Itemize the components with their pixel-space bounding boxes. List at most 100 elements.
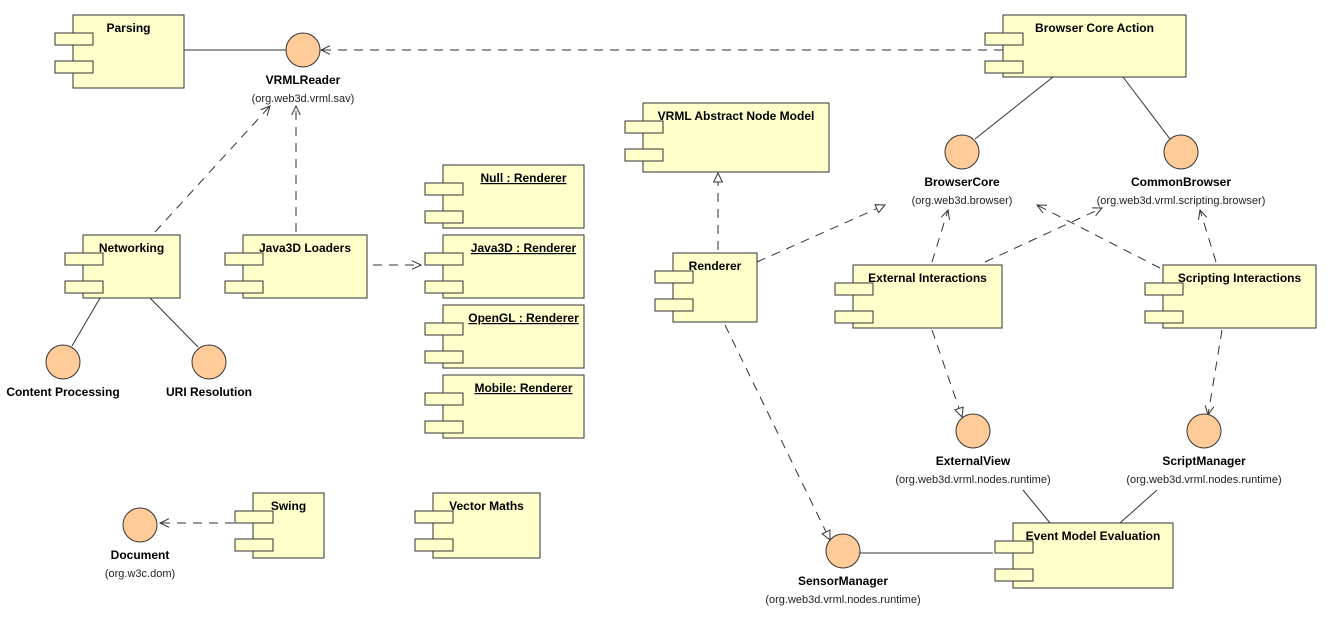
connector-line	[1119, 489, 1158, 524]
component-label: VRML Abstract Node Model	[658, 109, 815, 123]
connector-line	[149, 297, 199, 348]
component-mobile-renderer[interactable]: Mobile: Renderer	[424, 374, 585, 439]
component-scripting-interactions[interactable]: Scripting Interactions	[1144, 264, 1317, 329]
relation-browser-core-action-to-browsercore	[974, 76, 1054, 140]
connector-line	[1207, 329, 1223, 416]
component-browser-core-action[interactable]: Browser Core Action	[984, 14, 1187, 78]
interface-lollipop-icon	[285, 32, 321, 68]
component-label: Browser Core Action	[1035, 21, 1154, 35]
component-tab-icon	[424, 210, 464, 224]
component-java3d-loaders[interactable]: Java3D Loaders	[224, 234, 368, 299]
interface-label: SensorManager	[798, 574, 888, 588]
interface-lollipop-icon	[1186, 413, 1222, 449]
relation-networking-to-content-processing	[71, 297, 101, 347]
component-opengl-renderer[interactable]: OpenGL : Renderer	[424, 304, 585, 369]
interface-package: (org.web3d.vrml.sav)	[252, 93, 355, 105]
component-null-renderer[interactable]: Null : Renderer	[424, 164, 585, 229]
hollow-triangle-head	[821, 529, 831, 542]
component-tab-icon	[984, 32, 1024, 46]
connector-line	[974, 76, 1054, 140]
interface-lollipop-icon	[45, 344, 81, 380]
component-tab-icon	[54, 32, 94, 46]
interface-commonbrowser[interactable]: CommonBrowser (org.web3d.vrml.scripting.b…	[1097, 134, 1266, 207]
component-tab-icon	[424, 350, 464, 364]
component-tab-icon	[54, 60, 94, 74]
connector-line	[724, 324, 831, 541]
relation-scripting-interactions-to-scriptmanager	[1204, 329, 1223, 417]
relation-external-interactions-to-browsercore	[931, 208, 950, 263]
interface-label: URI Resolution	[166, 385, 252, 399]
interface-lollipop-icon	[122, 507, 158, 543]
component-networking[interactable]: Networking	[64, 234, 181, 299]
component-renderer[interactable]: Renderer	[654, 252, 758, 323]
relation-event-model-evaluation-to-externalview	[1022, 489, 1051, 524]
interface-uri-resolution[interactable]: URI Resolution	[166, 344, 252, 399]
component-tab-icon	[994, 568, 1034, 582]
component-label: Parsing	[106, 21, 150, 35]
interface-package: (org.web3d.vrml.nodes.runtime)	[765, 594, 920, 606]
interface-document[interactable]: Document (org.w3c.dom)	[105, 507, 175, 580]
component-tab-icon	[224, 280, 264, 294]
relation-event-model-evaluation-to-scriptmanager	[1119, 489, 1158, 524]
open-arrow-head	[1198, 208, 1208, 220]
interface-label: ExternalView	[936, 454, 1011, 468]
component-diagram: Parsing Browser Core Action VRML Abstract …	[6, 14, 1317, 606]
component-tab-icon	[984, 60, 1024, 74]
relation-external-interactions-to-externalview	[931, 329, 964, 419]
interface-package: (org.web3d.vrml.scripting.browser)	[1097, 195, 1266, 207]
connector-line	[1122, 76, 1171, 140]
interface-externalview[interactable]: ExternalView (org.web3d.vrml.nodes.runtim…	[895, 413, 1051, 486]
component-vector-maths[interactable]: Vector Maths	[414, 492, 541, 559]
relation-renderer-to-sensormanager	[724, 324, 831, 542]
component-label: Scripting Interactions	[1178, 271, 1302, 285]
open-arrow-head	[1204, 405, 1215, 417]
component-label: Java3D Loaders	[259, 241, 351, 255]
component-tab-icon	[424, 252, 464, 266]
component-label: OpenGL : Renderer	[468, 311, 579, 325]
component-event-model-evaluation[interactable]: Event Model Evaluation	[994, 522, 1174, 589]
interface-label: ScriptManager	[1162, 454, 1246, 468]
interface-sensormanager[interactable]: SensorManager (org.web3d.vrml.nodes.runti…	[765, 533, 921, 606]
interface-scriptmanager[interactable]: ScriptManager (org.web3d.vrml.nodes.runti…	[1126, 413, 1282, 486]
connector-line	[984, 207, 1103, 263]
connector-line	[154, 105, 271, 233]
connector-line	[756, 204, 886, 263]
relation-external-interactions-to-commonbrowser	[984, 207, 1104, 263]
component-tab-icon	[1144, 310, 1184, 324]
interface-content-processing[interactable]: Content Processing	[6, 344, 120, 399]
component-tab-icon	[654, 298, 694, 312]
interface-label: CommonBrowser	[1131, 175, 1231, 189]
interface-lollipop-icon	[955, 413, 991, 449]
relation-scripting-interactions-to-commonbrowser	[1198, 208, 1217, 263]
component-tab-icon	[224, 252, 264, 266]
component-parsing[interactable]: Parsing	[54, 14, 185, 89]
component-tab-icon	[424, 280, 464, 294]
component-label: Mobile: Renderer	[474, 381, 572, 395]
component-label: Null : Renderer	[480, 171, 566, 185]
interface-browsercore[interactable]: BrowserCore (org.web3d.browser)	[912, 134, 1013, 207]
interface-label: VRMLReader	[266, 73, 341, 87]
component-label: Networking	[99, 241, 164, 255]
connector-line	[931, 329, 963, 418]
open-arrow-head	[940, 208, 950, 220]
hollow-triangle-head	[874, 204, 887, 214]
interface-package: (org.web3d.vrml.nodes.runtime)	[895, 474, 1050, 486]
connector-line	[1036, 204, 1161, 269]
component-java3d-renderer[interactable]: Java3D : Renderer	[424, 234, 585, 299]
nodes-layer: Parsing Browser Core Action VRML Abstract …	[6, 14, 1317, 606]
connector-line	[1022, 489, 1051, 524]
component-label: Java3D : Renderer	[471, 241, 577, 255]
component-tab-icon	[424, 392, 464, 406]
component-tab-icon	[64, 280, 104, 294]
interface-vrmlreader[interactable]: VRMLReader (org.web3d.vrml.sav)	[252, 32, 355, 105]
component-external-interactions[interactable]: External Interactions	[834, 264, 1003, 329]
component-tab-icon	[64, 252, 104, 266]
interface-lollipop-icon	[191, 344, 227, 380]
component-tab-icon	[424, 182, 464, 196]
relation-browser-core-action-to-vrmlreader	[319, 45, 1003, 55]
component-vrml-abstract-node-model[interactable]: VRML Abstract Node Model	[624, 102, 830, 173]
interface-label: Content Processing	[6, 385, 119, 399]
component-tab-icon	[234, 510, 274, 524]
component-swing[interactable]: Swing	[234, 492, 325, 559]
relation-renderer-to-vrml-abstract-node-model	[712, 171, 724, 250]
